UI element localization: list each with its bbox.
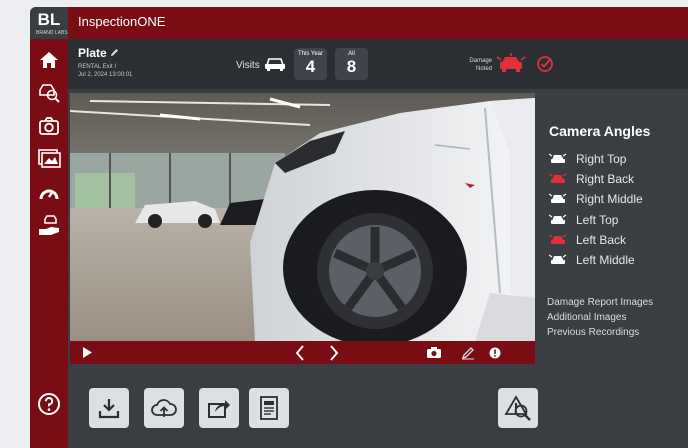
download-button[interactable] <box>89 388 129 428</box>
angle-left-middle[interactable]: Left Middle <box>549 251 635 269</box>
camera-angle-car-icon <box>549 214 567 224</box>
inspect-alert-button[interactable] <box>498 388 538 428</box>
link-damage-report-images[interactable]: Damage Report Images <box>547 297 653 308</box>
video-controls <box>70 341 535 364</box>
camera-angle-car-icon <box>549 153 567 163</box>
camera-angle-car-icon <box>549 254 567 264</box>
home-icon[interactable] <box>35 47 63 73</box>
damage-car-icon <box>496 53 526 80</box>
camera-angles-title: Camera Angles <box>549 123 651 139</box>
vehicle-info-bar: Plate RENTAL Exit I Jul 2, 2024 13:00:01… <box>68 39 688 89</box>
angle-right-middle[interactable]: Right Middle <box>549 190 643 208</box>
next-frame-icon[interactable] <box>326 341 342 364</box>
brand-logo: BL BRAND LABS <box>30 7 68 39</box>
location-text: RENTAL Exit I <box>78 64 117 70</box>
annotate-pen-icon[interactable] <box>460 341 476 364</box>
app-window: BL BRAND LABS InspectionONE Plate RENTAL… <box>30 7 688 448</box>
upload-cloud-button[interactable] <box>144 388 184 428</box>
previous-frame-icon[interactable] <box>292 341 308 364</box>
report-document-button[interactable] <box>249 388 289 428</box>
visits-all: All 8 <box>335 48 368 80</box>
document-icon <box>260 396 278 420</box>
top-bar: BL BRAND LABS InspectionONE <box>30 7 688 39</box>
link-previous-recordings[interactable]: Previous Recordings <box>547 327 639 338</box>
cloud-upload-icon <box>151 399 177 417</box>
camera-angle-car-icon <box>549 193 567 203</box>
snapshot-camera-icon[interactable] <box>425 341 443 364</box>
angle-right-back[interactable]: Right Back <box>549 170 634 188</box>
camera-angle-car-damage-icon <box>549 173 567 183</box>
damage-noted-label: Damage Noted <box>469 58 492 72</box>
visits-this-year: This Year 4 <box>294 48 327 80</box>
share-icon <box>208 400 230 418</box>
angle-right-top[interactable]: Right Top <box>549 150 626 168</box>
edit-plate-icon[interactable] <box>110 48 119 57</box>
search-warning-icon <box>504 395 531 421</box>
check-circle-icon[interactable] <box>536 55 554 78</box>
plate-label[interactable]: Plate <box>78 46 119 60</box>
help-icon[interactable] <box>35 391 63 417</box>
sidebar <box>30 39 68 448</box>
download-icon <box>98 399 120 419</box>
gallery-icon[interactable] <box>35 145 63 171</box>
video-frame-image <box>70 93 535 341</box>
visits-label: Visits <box>236 60 260 71</box>
play-icon[interactable] <box>80 341 94 364</box>
angle-left-back[interactable]: Left Back <box>549 231 626 249</box>
hand-car-icon[interactable] <box>35 213 63 239</box>
car-inspect-icon[interactable] <box>35 79 63 105</box>
datetime-text: Jul 2, 2024 13:00:01 <box>78 72 133 78</box>
video-player[interactable] <box>70 93 535 341</box>
camera-angle-car-damage-icon <box>549 234 567 244</box>
info-icon[interactable] <box>487 341 503 364</box>
app-title: InspectionONE <box>78 14 166 29</box>
angle-left-top[interactable]: Left Top <box>549 211 618 229</box>
camera-icon[interactable] <box>35 113 63 139</box>
car-icon <box>264 56 286 77</box>
link-additional-images[interactable]: Additional Images <box>547 312 627 323</box>
share-button[interactable] <box>199 388 239 428</box>
gauge-icon[interactable] <box>35 180 63 206</box>
